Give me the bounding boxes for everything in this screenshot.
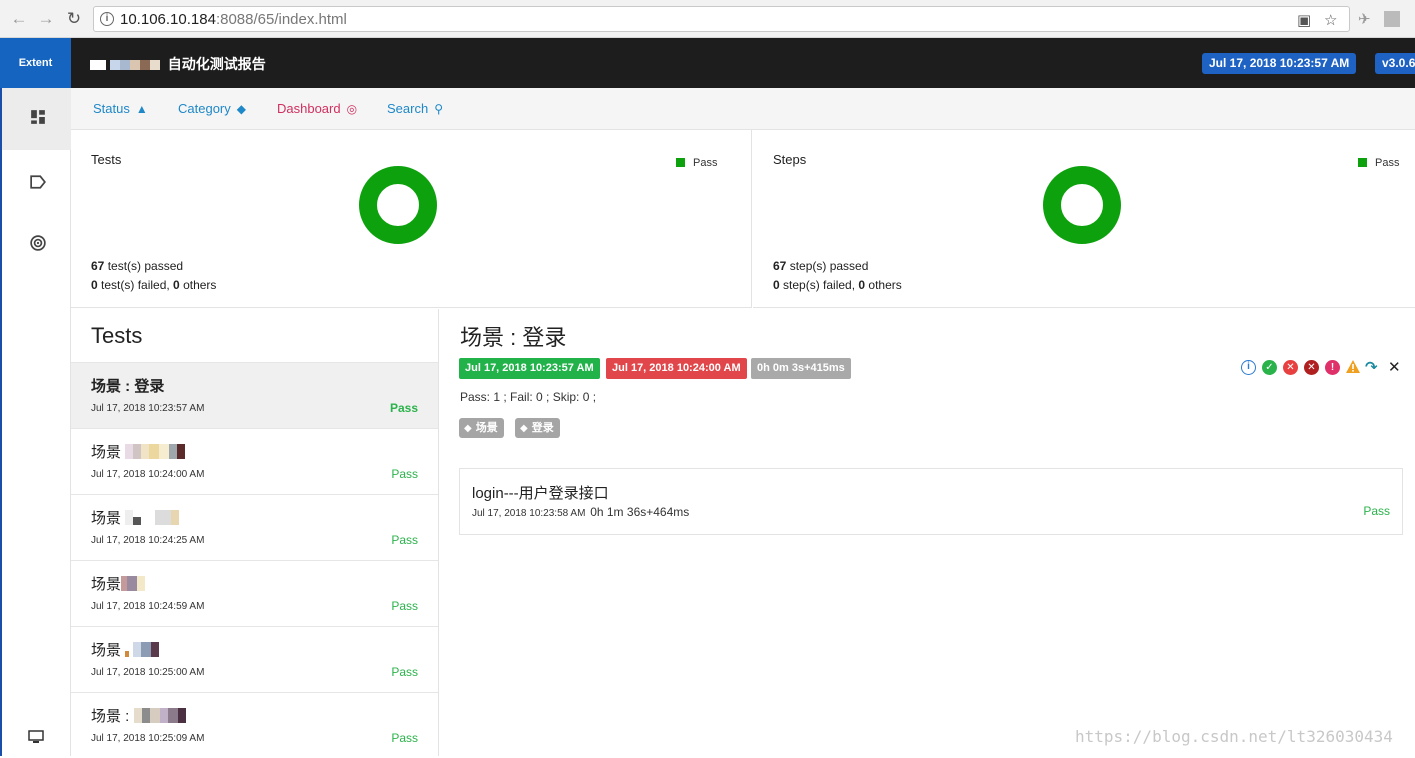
category-tag[interactable]: ◆ 场景 xyxy=(459,418,504,438)
test-name: 场景 xyxy=(91,441,186,462)
test-status: Pass xyxy=(391,533,418,547)
chart-legend: Pass xyxy=(1358,157,1399,169)
url-text: 10.106.10.184:8088/65/index.html xyxy=(120,11,347,28)
test-name: 场景 : xyxy=(91,705,186,726)
test-name: 场景 : 登录 xyxy=(91,378,165,395)
steps-donut-chart[interactable] xyxy=(1042,165,1122,245)
card-title: Tests xyxy=(91,152,122,167)
extension-rp-icon[interactable] xyxy=(1384,11,1400,27)
version-badge: v3.0.6 xyxy=(1375,53,1415,74)
browser-toolbar: ← → ↻ i 10.106.10.184:8088/65/index.html… xyxy=(0,0,1415,38)
dashboard-grid-icon xyxy=(31,110,45,124)
pass-slice[interactable] xyxy=(1043,166,1121,244)
node-name: login---用户登录接口 xyxy=(472,485,609,502)
watermark: https://blog.csdn.net/lt326030434 xyxy=(1075,727,1393,746)
test-name: 场景 xyxy=(91,573,146,594)
list-item[interactable]: 场景 : Jul 17, 2018 10:25:09 AM Pass xyxy=(71,692,438,758)
test-time: Jul 17, 2018 10:25:00 AM xyxy=(91,667,205,678)
list-item[interactable]: 场景 Jul 17, 2018 10:25:00 AM Pass xyxy=(71,626,438,692)
view-tabs: Status ▲ Category ◆ Dashboard ◎ Search ⚲ xyxy=(71,88,1415,130)
target-icon: ◎ xyxy=(346,102,358,116)
start-time-badge: Jul 17, 2018 10:23:57 AM xyxy=(459,358,600,379)
sidebar-item-tests[interactable] xyxy=(2,88,71,150)
node-status: Pass xyxy=(1363,504,1390,518)
test-name: 场景 xyxy=(91,507,180,528)
info-filter-icon[interactable]: i xyxy=(1241,360,1256,375)
warning-filter-icon[interactable] xyxy=(1345,359,1361,374)
clear-filter-icon[interactable]: ✕ xyxy=(1388,358,1401,376)
reload-icon[interactable]: ↻ xyxy=(64,9,84,29)
pass-swatch xyxy=(1358,158,1367,167)
tag-icon: ◆ xyxy=(464,423,472,434)
warning-triangle-icon: ▲ xyxy=(135,102,148,116)
sidebar-item-category[interactable] xyxy=(2,150,71,212)
test-status: Pass xyxy=(391,731,418,745)
app-header: Extent 自动化测试报告 Jul 17, 2018 10:23:57 AM … xyxy=(0,38,1415,88)
tag-outline-icon xyxy=(30,175,46,189)
sidebar-item-dashboard[interactable] xyxy=(2,212,71,274)
steps-failed-line: 0 step(s) failed, 0 others xyxy=(773,278,902,292)
tests-donut-chart[interactable] xyxy=(358,165,438,245)
star-icon[interactable]: ☆ xyxy=(1324,11,1337,29)
list-item[interactable]: 场景 Jul 17, 2018 10:24:00 AM Pass xyxy=(71,428,438,494)
pass-filter-icon[interactable]: ✓ xyxy=(1262,360,1277,375)
back-arrow-icon[interactable]: ← xyxy=(9,9,29,29)
list-item[interactable]: 场景 Jul 17, 2018 10:24:59 AM Pass xyxy=(71,560,438,626)
steps-passed-line: 67 step(s) passed xyxy=(773,259,869,273)
test-status: Pass xyxy=(391,665,418,679)
test-time: Jul 17, 2018 10:24:25 AM xyxy=(91,535,205,546)
test-status: Pass xyxy=(389,401,418,415)
list-item[interactable]: 场景 : 登录 Jul 17, 2018 10:23:57 AM Pass xyxy=(71,362,438,428)
target-icon xyxy=(30,235,46,251)
tests-failed-line: 0 test(s) failed, 0 others xyxy=(91,278,217,292)
monitor-icon[interactable] xyxy=(28,730,44,744)
tests-list-panel: Tests 场景 : 登录 Jul 17, 2018 10:23:57 AM P… xyxy=(71,309,439,758)
test-time: Jul 17, 2018 10:24:00 AM xyxy=(91,469,205,480)
address-bar[interactable]: i 10.106.10.184:8088/65/index.html ▣ ☆ xyxy=(93,6,1350,32)
translate-icon[interactable]: ▣ xyxy=(1297,11,1311,29)
report-title: 自动化测试报告 xyxy=(90,54,266,74)
sidebar xyxy=(0,88,71,756)
tests-passed-line: 67 test(s) passed xyxy=(91,259,184,273)
error-filter-icon[interactable]: ! xyxy=(1325,360,1340,375)
fail-filter-icon[interactable]: ✕ xyxy=(1283,360,1298,375)
tab-category[interactable]: Category ◆ xyxy=(178,101,246,116)
test-time: Jul 17, 2018 10:25:09 AM xyxy=(91,733,205,744)
category-tag[interactable]: ◆ 登录 xyxy=(515,418,560,438)
node-time: Jul 17, 2018 10:23:58 AM 0h 1m 36s+464ms xyxy=(472,505,690,519)
test-node[interactable]: login---用户登录接口 Jul 17, 2018 10:23:58 AM … xyxy=(459,468,1403,535)
tag-icon: ◆ xyxy=(236,102,246,116)
test-status: Pass xyxy=(391,467,418,481)
extension-bird-icon[interactable]: ✈ xyxy=(1358,10,1371,28)
test-time: Jul 17, 2018 10:23:57 AM xyxy=(91,403,205,414)
skip-filter-icon[interactable]: ↷ xyxy=(1365,358,1378,376)
test-detail-title: 场景 : 登录 xyxy=(460,325,567,350)
end-time-badge: Jul 17, 2018 10:24:00 AM xyxy=(606,358,747,379)
forward-arrow-icon[interactable]: → xyxy=(36,9,56,29)
tag-icon: ◆ xyxy=(520,423,528,434)
search-icon: ⚲ xyxy=(434,102,443,116)
chart-legend: Pass xyxy=(676,157,717,169)
pass-swatch xyxy=(676,158,685,167)
tests-heading: Tests xyxy=(91,323,143,348)
report-date-badge: Jul 17, 2018 10:23:57 AM xyxy=(1202,53,1357,74)
tab-search[interactable]: Search ⚲ xyxy=(387,101,443,116)
tab-status[interactable]: Status ▲ xyxy=(93,101,148,116)
steps-summary-card: Steps Pass 67 step(s) passed 0 step(s) f… xyxy=(753,130,1415,308)
tab-dashboard[interactable]: Dashboard ◎ xyxy=(277,101,357,116)
card-title: Steps xyxy=(773,152,807,167)
tests-summary-card: Tests Pass 67 test(s) passed 0 test(s) f… xyxy=(71,130,752,308)
test-counts: Pass: 1 ; Fail: 0 ; Skip: 0 ; xyxy=(460,390,597,404)
test-time: Jul 17, 2018 10:24:59 AM xyxy=(91,601,205,612)
info-icon[interactable]: i xyxy=(100,12,114,26)
pass-slice[interactable] xyxy=(359,166,437,244)
duration-badge: 0h 0m 3s+415ms xyxy=(751,358,851,379)
brand-logo[interactable]: Extent xyxy=(0,38,71,88)
list-item[interactable]: 场景 Jul 17, 2018 10:24:25 AM Pass xyxy=(71,494,438,560)
test-name: 场景 xyxy=(91,639,160,660)
test-status: Pass xyxy=(391,599,418,613)
fatal-filter-icon[interactable]: ✕ xyxy=(1304,360,1319,375)
